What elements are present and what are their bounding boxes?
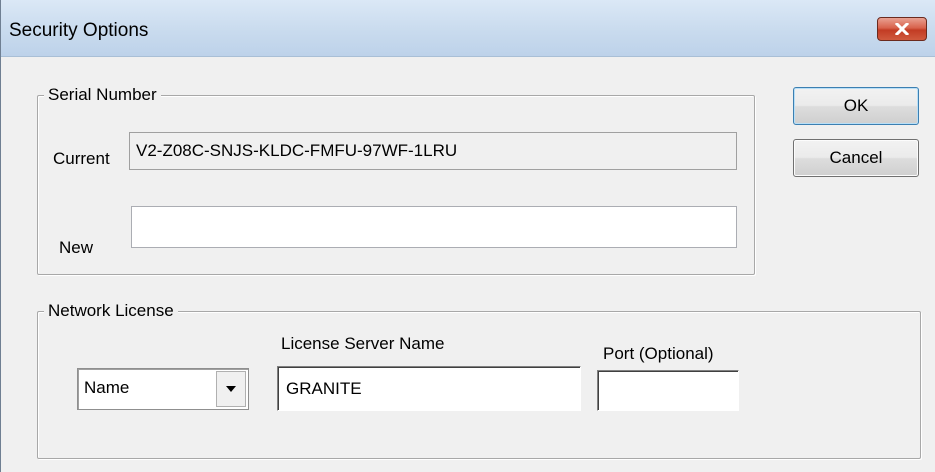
dropdown-button[interactable]: [216, 371, 246, 407]
new-serial-label: New: [59, 238, 94, 257]
license-server-input[interactable]: GRANITE: [277, 366, 581, 411]
serial-number-group: Serial Number: [37, 84, 755, 275]
close-icon: [895, 23, 909, 35]
close-button[interactable]: [877, 17, 927, 41]
serial-number-group-label: Serial Number: [44, 84, 161, 106]
license-mode-select[interactable]: Name: [77, 368, 249, 410]
cancel-button[interactable]: Cancel: [793, 139, 919, 177]
dialog-client-area: Serial Number Current V2-Z08C-SNJS-KLDC-…: [1, 57, 935, 472]
license-server-label: License Server Name: [281, 334, 445, 353]
chevron-down-icon: [226, 386, 236, 392]
current-serial-field: V2-Z08C-SNJS-KLDC-FMFU-97WF-1LRU: [129, 132, 737, 170]
new-serial-input[interactable]: [131, 206, 737, 248]
current-serial-label: Current: [53, 149, 110, 168]
security-options-dialog: Security Options Serial Number Current V…: [0, 0, 935, 472]
window-title: Security Options: [9, 20, 149, 41]
port-label: Port (Optional): [603, 344, 714, 363]
network-license-group-label: Network License: [44, 300, 178, 322]
license-mode-value: Name: [84, 378, 130, 397]
title-bar[interactable]: Security Options: [1, 0, 935, 57]
port-input[interactable]: [597, 370, 739, 411]
ok-button[interactable]: OK: [793, 87, 919, 125]
